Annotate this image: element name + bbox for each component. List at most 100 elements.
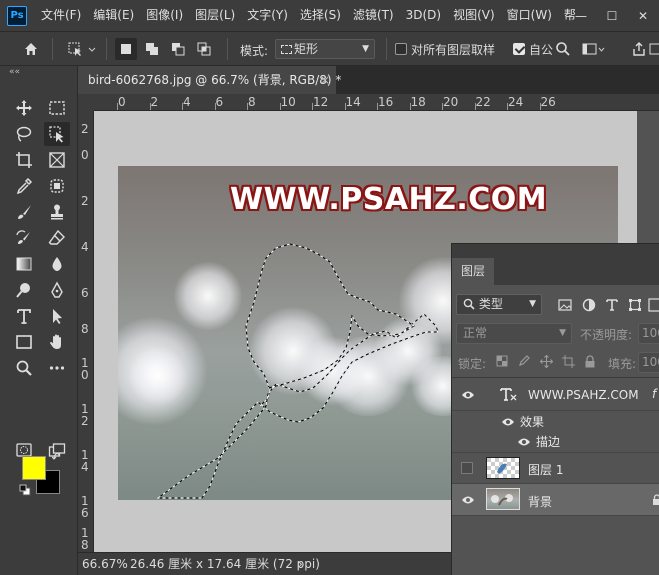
ruler-tick-label: 1 4 <box>81 448 89 474</box>
ruler-tick-label: 24 <box>508 95 524 109</box>
more-tools-icon[interactable] <box>44 356 70 380</box>
eye-icon[interactable] <box>460 387 476 403</box>
adjustment-filter-icon[interactable] <box>580 296 598 314</box>
lock-artboard-icon[interactable] <box>560 353 576 369</box>
sample-all-layers-checkbox[interactable] <box>395 43 407 55</box>
tool-preset-picker[interactable] <box>64 38 100 60</box>
frame-tool-icon[interactable] <box>44 148 70 172</box>
ruler-tick-label: 12 <box>313 95 329 109</box>
history-brush-tool-icon[interactable] <box>11 226 37 250</box>
panel-tab-bar: 图层 <box>452 258 659 285</box>
dodge-tool-icon[interactable] <box>11 278 37 302</box>
layer-thumbnail <box>486 457 520 479</box>
collapse-panel-icon[interactable]: «« <box>9 67 20 77</box>
search-icon[interactable] <box>552 38 574 60</box>
lock-all-icon[interactable] <box>582 353 598 369</box>
rectangle-tool-icon[interactable] <box>11 330 37 354</box>
status-menu-arrow[interactable]: › <box>298 553 303 575</box>
default-colors-icon[interactable] <box>19 484 31 499</box>
lasso-tool-icon[interactable] <box>11 122 37 146</box>
visibility-toggle[interactable] <box>461 462 473 474</box>
layer-row-layer-1[interactable]: 图层 1 <box>452 453 659 484</box>
zoom-tool-icon[interactable] <box>11 356 37 380</box>
menu-3d[interactable]: 3D(D) <box>400 0 447 31</box>
intersect-selection-button[interactable] <box>193 38 215 60</box>
ruler-origin[interactable] <box>78 94 94 111</box>
crop-tool-icon[interactable] <box>11 148 37 172</box>
share-icon[interactable] <box>628 38 650 60</box>
opacity-label: 不透明度: <box>580 328 633 342</box>
fx-icon[interactable]: f <box>652 387 656 401</box>
menu-layer[interactable]: 图层(L) <box>189 0 241 31</box>
layer-row-text[interactable]: WWW.PSAHZ.COM f <box>452 379 659 411</box>
layer-effect-stroke-row[interactable]: 描边 <box>452 431 659 453</box>
add-to-selection-button[interactable] <box>141 38 163 60</box>
eye-icon[interactable] <box>500 414 516 430</box>
menu-select[interactable]: 选择(S) <box>294 0 347 31</box>
panel-header[interactable] <box>452 244 659 258</box>
horizontal-ruler[interactable]: 0 2 4 6 8 10 12 14 16 18 20 22 24 26 <box>94 94 659 111</box>
home-icon[interactable] <box>20 38 42 60</box>
move-tool-icon[interactable] <box>11 96 37 120</box>
ruler-tick-label: 18 <box>410 95 426 109</box>
minimize-button[interactable]: — <box>566 0 596 31</box>
restore-button[interactable]: ☐ <box>597 0 627 31</box>
type-tool-icon[interactable] <box>11 304 37 328</box>
eraser-tool-icon[interactable] <box>44 226 70 250</box>
tab-layers[interactable]: 图层 <box>452 258 494 285</box>
lock-image-pixels-icon[interactable] <box>516 353 532 369</box>
opacity-input[interactable]: 100% <box>638 323 659 344</box>
fill-input[interactable]: 100% <box>638 352 659 373</box>
document-tab[interactable]: bird-6062768.jpg @ 66.7% (背景, RGB/8) * × <box>78 66 341 94</box>
vertical-ruler[interactable]: 2 0 2 4 6 8 1 0 1 2 1 4 1 6 1 8 <box>78 111 94 552</box>
clone-stamp-tool-icon[interactable] <box>44 200 70 224</box>
zoom-level[interactable]: 66.67% <box>82 553 128 575</box>
object-selection-tool-icon[interactable] <box>44 122 70 146</box>
menu-view[interactable]: 视图(V) <box>447 0 501 31</box>
new-selection-button[interactable] <box>115 38 137 60</box>
menu-edit[interactable]: 编辑(E) <box>87 0 140 31</box>
menu-image[interactable]: 图像(I) <box>140 0 189 31</box>
lock-position-icon[interactable] <box>538 353 554 369</box>
rectangle-mode-icon <box>281 45 292 54</box>
blend-mode-select[interactable]: 正常 ▼ <box>456 323 572 344</box>
panel-icon[interactable] <box>648 38 659 60</box>
eyedropper-tool-icon[interactable] <box>11 174 37 198</box>
image-filter-icon[interactable] <box>556 296 574 314</box>
layer-name: 图层 1 <box>528 463 564 477</box>
menu-window[interactable]: 窗口(W) <box>501 0 558 31</box>
ruler-tick <box>312 103 313 110</box>
layer-filter-select[interactable]: 类型 ▼ <box>456 294 542 315</box>
layer-effects-row[interactable]: 效果 <box>452 411 659 431</box>
gradient-tool-icon[interactable] <box>11 252 37 276</box>
subtract-from-selection-button[interactable] <box>167 38 189 60</box>
lock-transparent-pixels-icon[interactable] <box>494 353 510 369</box>
close-icon[interactable]: × <box>320 66 330 94</box>
spot-healing-brush-icon[interactable] <box>44 174 70 198</box>
blur-tool-icon[interactable] <box>44 252 70 276</box>
eye-icon[interactable] <box>460 492 476 508</box>
rectangular-marquee-tool-icon[interactable] <box>44 96 70 120</box>
foreground-color-swatch[interactable] <box>22 456 46 480</box>
smart-object-filter-icon[interactable] <box>646 296 659 314</box>
menu-file[interactable]: 文件(F) <box>35 0 87 31</box>
hand-tool-icon[interactable] <box>44 330 70 354</box>
menu-filter[interactable]: 滤镜(T) <box>347 0 400 31</box>
pen-tool-icon[interactable] <box>44 278 70 302</box>
auto-enhance-checkbox[interactable] <box>513 43 525 55</box>
lock-icon <box>652 494 659 509</box>
tools-panel: «« <box>0 66 78 575</box>
mode-select[interactable]: 矩形 ▼ <box>275 39 375 59</box>
menu-type[interactable]: 文字(Y) <box>241 0 294 31</box>
screen-mode-icon[interactable] <box>44 438 70 462</box>
type-filter-icon[interactable] <box>603 296 621 314</box>
brush-tool-icon[interactable] <box>11 200 37 224</box>
ruler-tick <box>539 103 541 110</box>
layer-row-background[interactable]: 背景 <box>452 484 659 516</box>
ruler-tick <box>507 103 508 110</box>
shape-filter-icon[interactable] <box>626 296 644 314</box>
close-button[interactable]: ✕ <box>628 0 658 31</box>
eye-icon[interactable] <box>516 434 532 450</box>
workspace-icon[interactable] <box>580 38 606 60</box>
path-selection-tool-icon[interactable] <box>44 304 70 328</box>
